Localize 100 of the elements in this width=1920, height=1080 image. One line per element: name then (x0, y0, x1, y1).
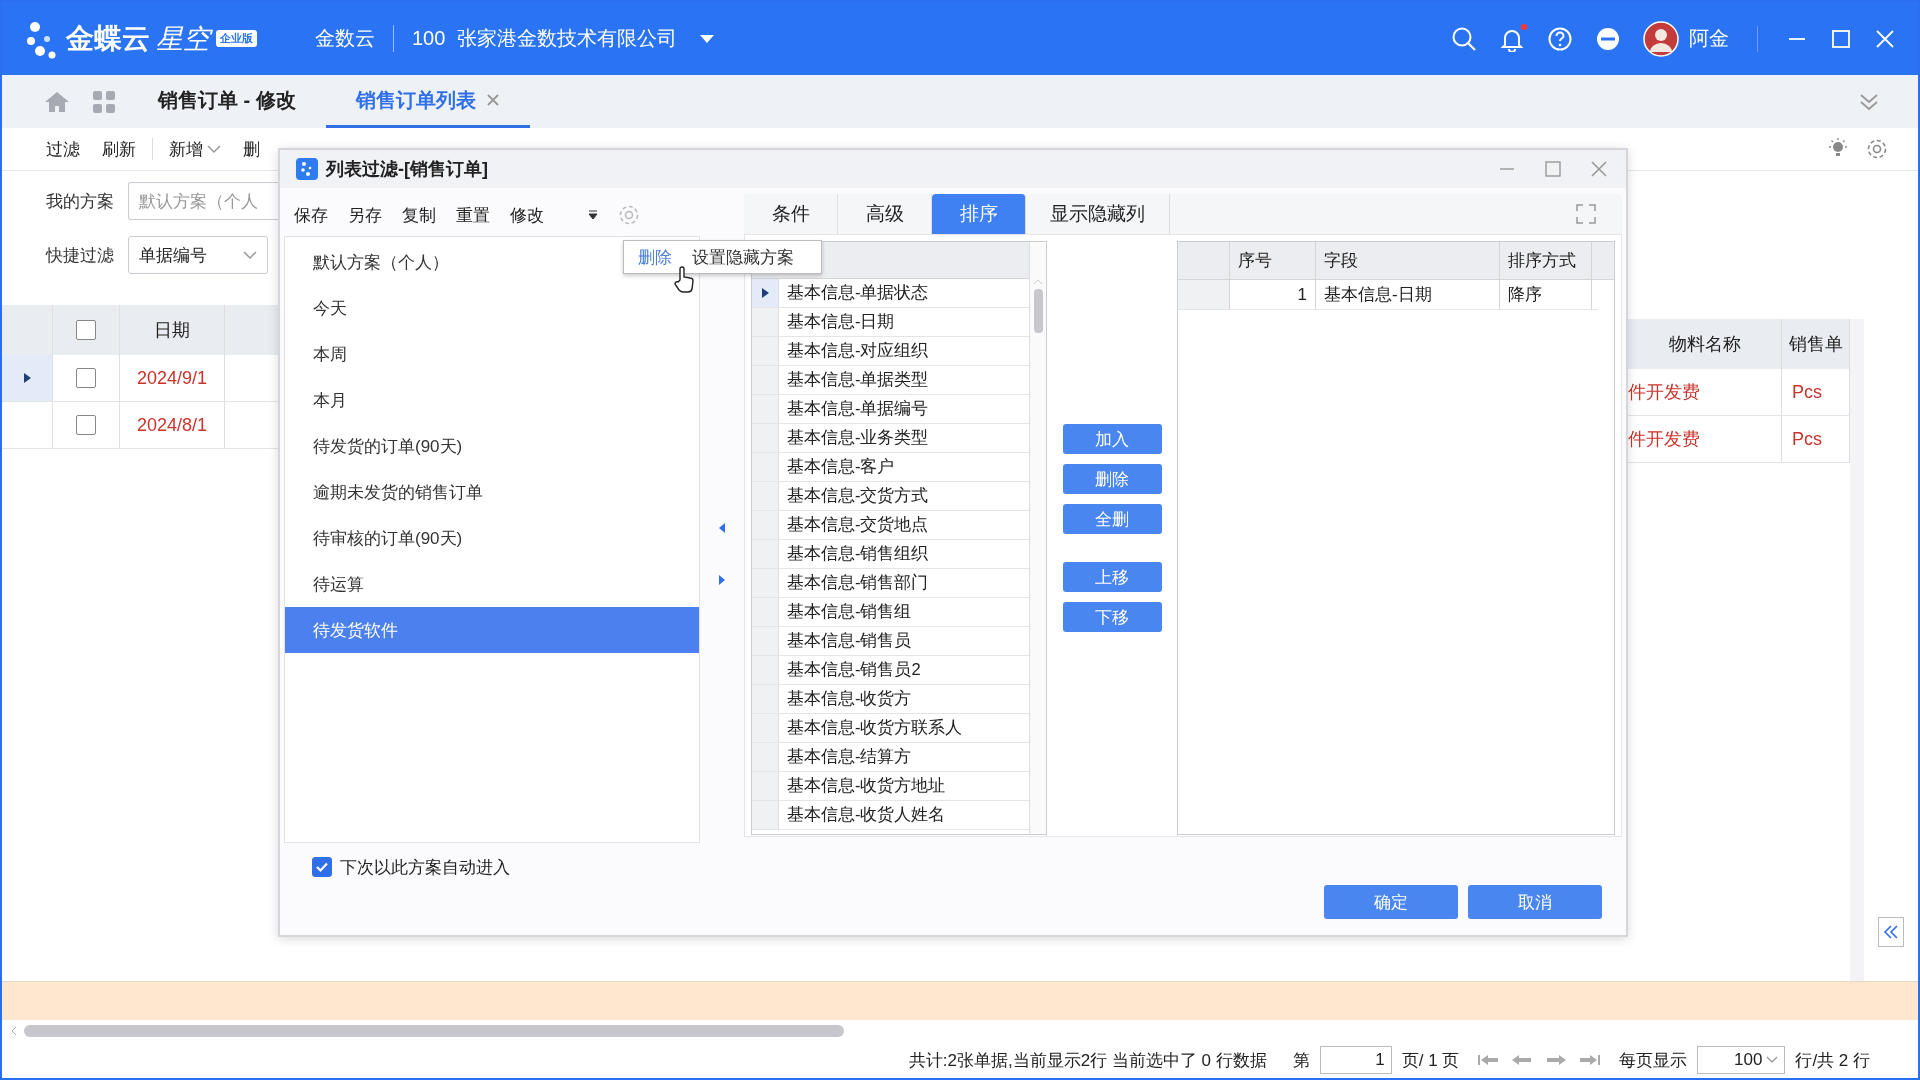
maximize-icon[interactable] (1544, 160, 1562, 178)
expand-right-icon[interactable] (718, 574, 726, 586)
row-total: 行/共 2 行 (1795, 1049, 1870, 1072)
toolbar-button[interactable]: 新增 (169, 137, 221, 161)
current-row-icon (22, 372, 32, 384)
auto-enter-checkbox[interactable] (312, 857, 332, 877)
page-count: 页/ 1 页 (1401, 1049, 1460, 1072)
fullscreen-icon[interactable] (1576, 204, 1596, 224)
field-name[interactable]: 基本信息-单据编号 (779, 395, 929, 423)
scheme-item[interactable]: 今天 (285, 285, 699, 331)
field-name[interactable]: 基本信息-收货方地址 (779, 772, 946, 800)
scheme-action[interactable]: 重置 (456, 203, 490, 227)
field-name[interactable]: 基本信息-交货地点 (779, 511, 929, 539)
close-icon[interactable] (485, 93, 500, 107)
field-name[interactable]: 基本信息-日期 (779, 308, 895, 336)
row-checkbox[interactable] (76, 368, 96, 388)
scheme-action[interactable]: 保存 (294, 203, 328, 227)
scheme-item[interactable]: 本周 (285, 331, 699, 377)
check-icon (315, 860, 329, 874)
user-name[interactable]: 阿金 (1689, 25, 1729, 52)
column-header: 日期 (120, 305, 225, 355)
field-name[interactable]: 基本信息-收货方 (779, 685, 912, 713)
unread-dot (1521, 23, 1527, 30)
tenant-name[interactable]: 金数云 (315, 25, 394, 52)
toolbar-button[interactable]: 刷新 (102, 137, 136, 161)
previous-page-icon[interactable] (1511, 1053, 1534, 1067)
row-checkbox[interactable] (76, 415, 96, 435)
quick-filter-select[interactable]: 单据编号 (128, 236, 268, 274)
scheme-item[interactable]: 待发货软件 (285, 607, 699, 653)
scroll-up-icon (1033, 279, 1043, 285)
minus-circle-icon[interactable] (1595, 25, 1621, 52)
search-icon[interactable] (1451, 25, 1477, 52)
first-page-icon[interactable] (1477, 1053, 1500, 1067)
menu-item[interactable]: 删除 (638, 245, 672, 269)
field-name[interactable]: 基本信息-单据状态 (779, 279, 929, 307)
scheme-action[interactable]: 另存 (348, 203, 382, 227)
close-icon[interactable] (1590, 160, 1608, 178)
sort-action-button[interactable]: 上移 (1062, 562, 1162, 592)
edition-badge: 企业版 (216, 30, 257, 47)
page-size-select[interactable]: 100 (1697, 1046, 1786, 1074)
field-name[interactable]: 基本信息-交货方式 (779, 482, 929, 510)
sort-action-button[interactable]: 加入 (1062, 424, 1162, 454)
field-name[interactable]: 基本信息-销售员2 (779, 656, 921, 684)
collapse-button[interactable] (1878, 917, 1904, 947)
settings-icon[interactable] (618, 204, 640, 226)
apps-grid-icon[interactable] (92, 89, 116, 114)
scheme-item[interactable]: 逾期未发货的销售订单 (285, 469, 699, 515)
field-name[interactable]: 基本信息-单据类型 (779, 366, 929, 394)
page-input[interactable]: 1 (1319, 1046, 1392, 1074)
scheme-action[interactable]: 复制 (402, 203, 436, 227)
chevron-down-icon (243, 250, 257, 260)
help-icon[interactable] (1547, 25, 1573, 52)
page-size-label: 每页显示 (1619, 1049, 1688, 1072)
sort-action-button[interactable]: 全删 (1062, 504, 1162, 534)
dialog-tab[interactable]: 排序 (932, 194, 1026, 234)
page-tab[interactable]: 销售订单列表 (325, 75, 530, 128)
field-name[interactable]: 基本信息-业务类型 (779, 424, 929, 452)
field-name[interactable]: 基本信息-收货人姓名 (779, 801, 946, 829)
select-all-checkbox[interactable] (76, 320, 96, 340)
caret-icon[interactable] (699, 33, 716, 44)
checkbox-label: 下次以此方案自动进入 (340, 856, 510, 879)
field-name[interactable]: 基本信息-收货方联系人 (779, 714, 963, 742)
next-page-icon[interactable] (1545, 1053, 1568, 1067)
dialog-tab[interactable]: 条件 (744, 194, 838, 234)
page-tab[interactable]: 销售订单 - 修改 (128, 75, 326, 128)
menu-item[interactable]: 设置隐藏方案 (692, 245, 794, 269)
dialog-tab[interactable]: 显示隐藏列 (1026, 194, 1170, 234)
scheme-item[interactable]: 待运算 (285, 561, 699, 607)
scheme-item[interactable]: 本月 (285, 377, 699, 423)
column-header: 排序方式 (1500, 242, 1592, 279)
scheme-item[interactable]: 待审核的订单(90天) (285, 515, 699, 561)
scheme-action[interactable]: 修改 (510, 203, 544, 227)
sort-action-button[interactable]: 下移 (1062, 602, 1162, 632)
dialog-button[interactable]: 取消 (1468, 885, 1602, 919)
collapse-left-icon[interactable] (718, 522, 726, 534)
record-summary: 共计:2张单据,当前显示2行 当前选中了 0 行数据 (908, 1049, 1267, 1072)
field-name[interactable]: 基本信息-销售部门 (779, 569, 929, 597)
close-icon[interactable] (1874, 27, 1896, 50)
settings-icon[interactable] (1866, 138, 1888, 160)
toolbar-button[interactable]: 删 (243, 137, 260, 161)
dialog-button[interactable]: 确定 (1324, 885, 1458, 919)
home-icon[interactable] (44, 89, 70, 114)
field-name[interactable]: 基本信息-结算方 (779, 743, 912, 771)
avatar-icon[interactable] (1643, 20, 1679, 57)
scrollbar-thumb[interactable] (1033, 289, 1043, 333)
field-name[interactable]: 基本信息-客户 (779, 453, 895, 481)
scrollbar-thumb[interactable] (24, 1025, 844, 1037)
field-name[interactable]: 基本信息-对应组织 (779, 337, 929, 365)
maximize-icon[interactable] (1830, 27, 1852, 50)
scheme-item[interactable]: 待发货的订单(90天) (285, 423, 699, 469)
field-name[interactable]: 基本信息-销售组 (779, 598, 912, 626)
more-caret-icon[interactable] (588, 210, 598, 220)
toolbar-button[interactable]: 过滤 (46, 137, 80, 161)
table-cell: 降序 (1500, 280, 1592, 309)
last-page-icon[interactable] (1579, 1053, 1602, 1067)
sort-action-button[interactable]: 删除 (1062, 464, 1162, 494)
field-name[interactable]: 基本信息-销售员 (779, 627, 912, 655)
row-header[interactable] (752, 279, 779, 307)
field-name[interactable]: 基本信息-销售组织 (779, 540, 929, 568)
org-name[interactable]: 张家港金数技术有限公司 (457, 25, 678, 52)
